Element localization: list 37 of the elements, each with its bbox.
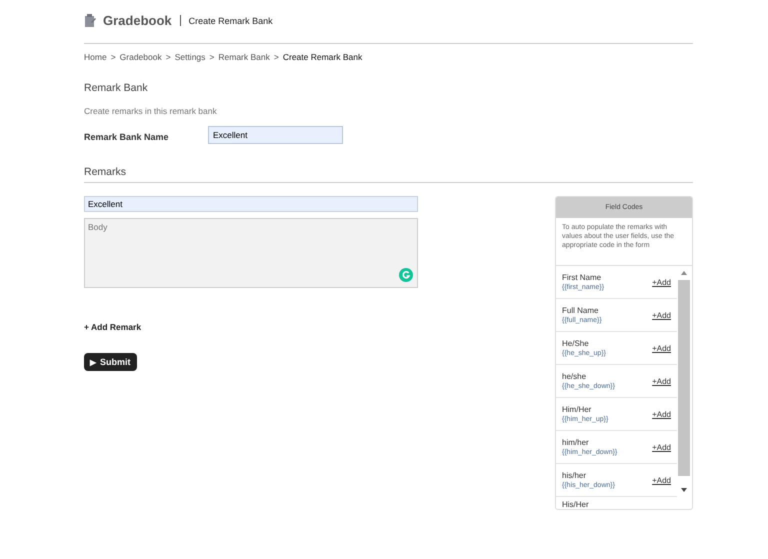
add-code-link[interactable]: +Add — [652, 344, 671, 352]
breadcrumb-separator: > — [110, 52, 116, 62]
remark-body-field[interactable]: Body — [84, 218, 418, 288]
breadcrumb-separator: > — [209, 52, 214, 62]
breadcrumb-separator: > — [274, 52, 279, 62]
field-name: his/her — [562, 471, 588, 480]
app-title: Gradebook — [103, 13, 172, 28]
add-remark-link[interactable]: + Add Remark — [84, 322, 418, 332]
breadcrumb-link[interactable]: Settings — [174, 52, 206, 62]
add-code-link[interactable]: +Add — [652, 310, 671, 320]
remark-title-field[interactable]: Excellent — [84, 196, 418, 212]
field-name: he/she — [562, 372, 588, 381]
field-name: Him/Her — [562, 405, 592, 414]
add-code-link[interactable]: +Add — [652, 376, 671, 386]
field-name: him/her — [562, 438, 590, 447]
field-name: His/Her — [562, 500, 589, 509]
remarks-title: Remarks — [84, 166, 693, 183]
add-code-link[interactable]: +Add — [652, 442, 671, 452]
breadcrumb-link[interactable]: Home — [84, 52, 107, 62]
field-name: Full Name — [562, 306, 600, 315]
add-code-link[interactable]: +Add — [652, 476, 671, 484]
add-code-link[interactable]: +Add — [652, 278, 671, 286]
breadcrumb-link[interactable]: Gradebook — [120, 52, 162, 62]
field-name: First Name — [562, 273, 602, 282]
breadcrumb-link[interactable]: Remark Bank — [218, 52, 270, 62]
field-name: He/She — [562, 339, 590, 348]
section-description: Create remarks in this remark bank — [84, 106, 218, 116]
grammar-check-icon[interactable] — [399, 268, 413, 282]
breadcrumb-current-page: Create Remark Bank — [282, 52, 362, 62]
page-title: Create Remark Bank — [188, 16, 273, 26]
submit-button[interactable]: ▶ Submit — [84, 353, 136, 371]
name-input-field[interactable]: Excellent — [208, 126, 343, 144]
field-label: Remark Bank Name — [84, 130, 170, 142]
section-title: Remark Bank — [84, 82, 149, 94]
gradebook-icon — [84, 14, 96, 27]
add-code-link[interactable]: +Add — [652, 410, 671, 418]
breadcrumb-separator: > — [166, 52, 171, 62]
